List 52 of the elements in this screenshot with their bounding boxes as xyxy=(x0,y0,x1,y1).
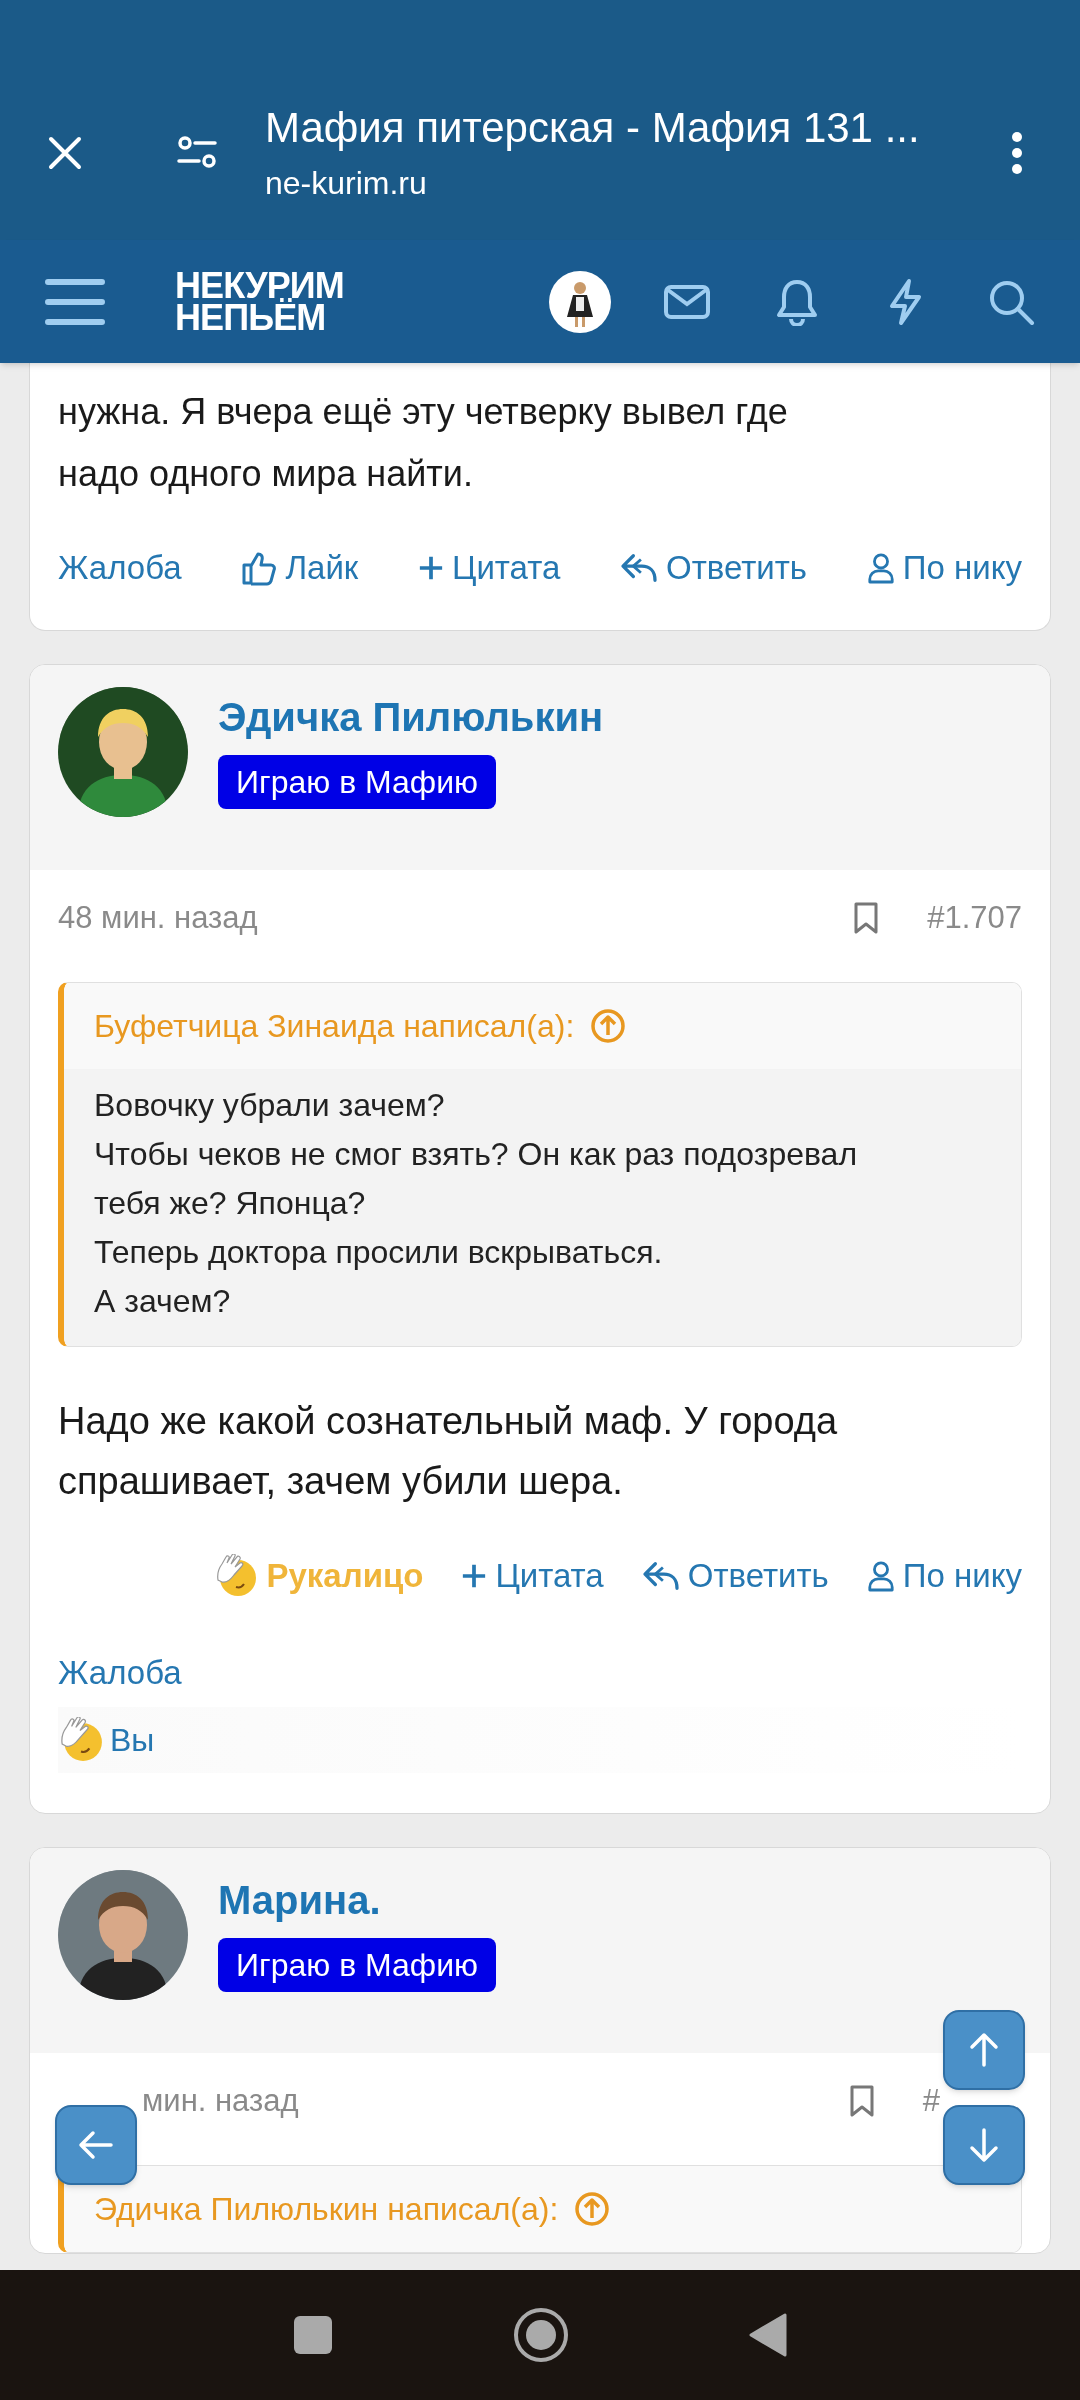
quote-text-line: тебя же? Японца? xyxy=(94,1184,367,1223)
bookmark-icon[interactable] xyxy=(848,2084,875,2118)
post-time: 48 мин. назад xyxy=(58,898,258,937)
home-icon[interactable] xyxy=(513,2307,569,2363)
author-name[interactable]: Эдичка Пилюлькин xyxy=(218,689,604,745)
back-icon[interactable] xyxy=(749,2313,787,2357)
plus-icon xyxy=(461,1563,488,1589)
user-icon xyxy=(866,552,895,584)
reply-arrow-icon xyxy=(620,552,658,584)
post-text-line: Надо же какой сознательный маф. У города xyxy=(58,1399,839,1444)
bell-icon[interactable] xyxy=(775,277,819,326)
quote-text-line: Вовочку убрали зачем? xyxy=(94,1086,446,1125)
post-number[interactable]: # xyxy=(922,2077,940,2125)
post-text-line: спрашивает, зачем убили шера. xyxy=(58,1459,624,1504)
quote-text-line: Чтобы чеков не смог взять? Он как раз подозревал xyxy=(94,1135,859,1174)
action-link[interactable]: По нику xyxy=(866,1546,1022,1606)
quote-text-line: А зачем? xyxy=(94,1282,232,1321)
thumbs-up-icon xyxy=(241,550,278,586)
reactions-text: Вы xyxy=(110,1721,155,1760)
facepalm-emoji-icon xyxy=(58,1717,104,1763)
user-badge: Играю в Мафию xyxy=(218,1938,497,1992)
recent-apps-icon[interactable] xyxy=(293,2315,333,2355)
action-link[interactable]: Ответить xyxy=(620,538,808,598)
action-link[interactable]: Ответить xyxy=(641,1546,829,1606)
facepalm-emoji-icon xyxy=(214,1554,259,1598)
plus-icon xyxy=(417,555,444,581)
action-link[interactable]: Жалоба xyxy=(58,538,182,598)
mail-icon[interactable] xyxy=(663,283,711,320)
post-number[interactable]: #1.707 xyxy=(927,894,1022,942)
page-url: ne-kurim.ru xyxy=(265,164,428,203)
bookmark-icon[interactable] xyxy=(853,901,880,935)
quote-text-line: Теперь доктора просили вскрываться. xyxy=(94,1233,664,1272)
post-time: мин. назад xyxy=(142,2081,299,2120)
scroll-up-button[interactable] xyxy=(943,2010,1025,2090)
reply-arrow-icon xyxy=(641,1560,680,1592)
report-link[interactable]: Жалоба xyxy=(58,1643,182,1703)
more-options-icon[interactable] xyxy=(1011,131,1023,175)
action-link[interactable]: Цитата xyxy=(461,1546,604,1606)
lightning-icon[interactable] xyxy=(887,277,923,326)
user-badge: Играю в Мафию xyxy=(218,755,497,809)
action-link[interactable]: По нику xyxy=(866,538,1022,598)
site-logo[interactable]: НЕКУРИМ НЕПЬЁМ xyxy=(175,269,344,334)
back-button[interactable] xyxy=(55,2105,137,2185)
page-title: Мафия питерская - Мафия 131 ... xyxy=(265,103,921,153)
post-text-line: нужна. Я вчера ещё эту четверку вывел где xyxy=(58,390,789,434)
menu-icon[interactable] xyxy=(45,276,105,327)
scroll-down-button[interactable] xyxy=(943,2105,1025,2185)
author-name[interactable]: Марина. xyxy=(218,1872,497,1928)
action-link[interactable]: Лайк xyxy=(241,538,359,598)
post-text-line: надо одного мира найти. xyxy=(58,452,474,496)
user-icon xyxy=(866,1560,895,1592)
action-link[interactable]: Цитата xyxy=(417,538,561,598)
